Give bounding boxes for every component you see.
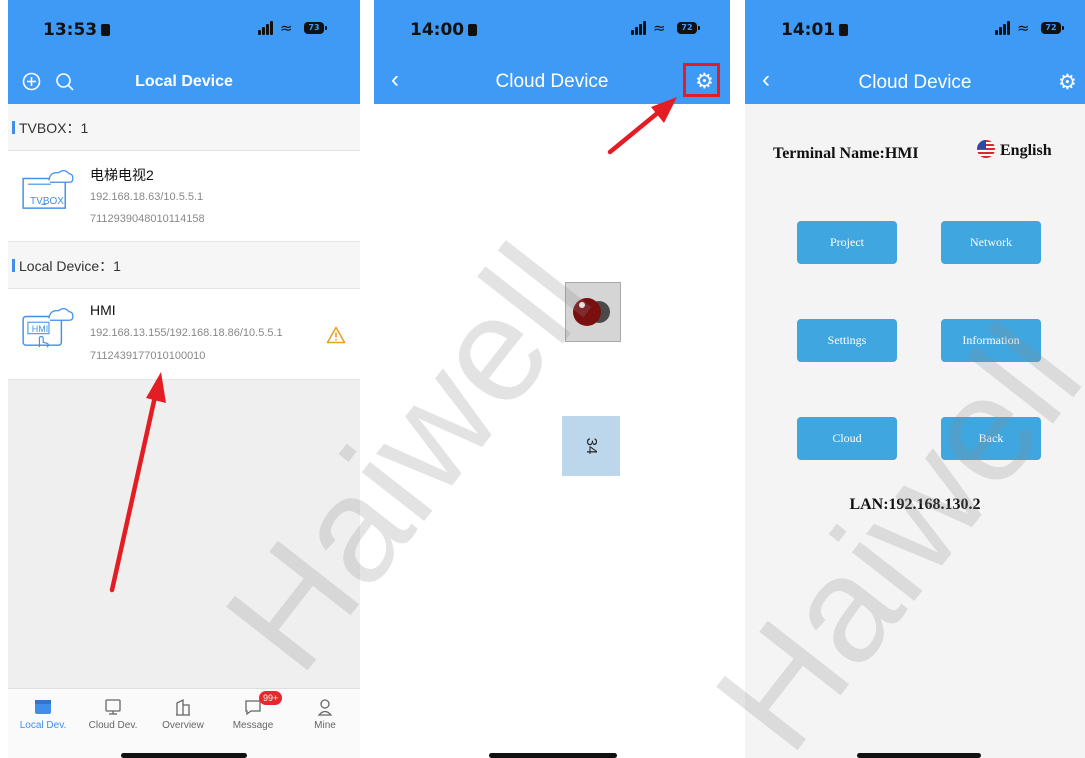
header: 14:01 ≈ 72 ‹ Cloud Device ⚙ bbox=[745, 0, 1085, 104]
status-time: 14:00 bbox=[410, 20, 478, 40]
status-time: 13:53 bbox=[43, 20, 111, 40]
network-button[interactable]: Network bbox=[941, 221, 1041, 264]
us-flag-icon bbox=[977, 140, 995, 158]
tab-local-dev[interactable]: Local Dev. bbox=[8, 693, 78, 731]
wifi-icon: ≈ bbox=[653, 19, 666, 37]
lan-address: LAN:192.168.130.2 bbox=[849, 496, 981, 513]
project-button[interactable]: Project bbox=[797, 221, 897, 264]
section-header-local-device: Local Device：1 bbox=[8, 242, 360, 289]
person-icon bbox=[290, 693, 360, 717]
battery-icon: 73 bbox=[304, 22, 327, 34]
battery-icon: 72 bbox=[1041, 22, 1064, 34]
information-button[interactable]: Information bbox=[941, 319, 1041, 362]
tab-mine[interactable]: Mine bbox=[290, 693, 360, 731]
hmi-indicator-button[interactable] bbox=[565, 282, 621, 342]
tab-message[interactable]: 99+ Message bbox=[218, 691, 288, 731]
tab-cloud-dev[interactable]: Cloud Dev. bbox=[78, 693, 148, 731]
device-serial: 7112939048010114158 bbox=[90, 213, 205, 225]
local-device-icon bbox=[8, 693, 78, 717]
local-device-screen: 13:53 ≈ 73 Local Device TVBOX：1 TVBOX 电梯… bbox=[8, 0, 360, 758]
hmi-icon-label: HMI bbox=[31, 324, 49, 334]
indicator-lamp-icon bbox=[573, 298, 610, 326]
message-badge: 99+ bbox=[259, 691, 283, 705]
device-ip: 192.168.13.155/192.168.18.86/10.5.5.1 bbox=[90, 327, 283, 339]
tvbox-icon-label: TVBOX bbox=[30, 196, 64, 207]
building-icon bbox=[148, 693, 218, 717]
cloud-device-screen: 14:00 ≈ 72 ‹ Cloud Device ⚙ 34 bbox=[374, 0, 730, 758]
header: 13:53 ≈ 73 Local Device bbox=[8, 0, 360, 104]
device-name: 电梯电视2 bbox=[90, 167, 154, 183]
back-button[interactable]: Back bbox=[941, 417, 1041, 460]
wifi-icon: ≈ bbox=[280, 19, 293, 37]
status-time: 14:01 bbox=[781, 20, 849, 40]
home-indicator bbox=[489, 753, 617, 758]
device-card-tvbox[interactable]: TVBOX 电梯电视2 192.168.18.63/10.5.5.1 71129… bbox=[8, 151, 360, 242]
tab-overview[interactable]: Overview bbox=[148, 693, 218, 731]
page-title: Local Device bbox=[135, 73, 233, 90]
device-name: HMI bbox=[90, 302, 116, 318]
device-ip: 192.168.18.63/10.5.5.1 bbox=[90, 191, 204, 203]
settings-button[interactable]: Settings bbox=[797, 319, 897, 362]
cloud-button[interactable]: Cloud bbox=[797, 417, 897, 460]
cloud-device-settings-screen: 14:01 ≈ 72 ‹ Cloud Device ⚙ Terminal Nam… bbox=[745, 0, 1085, 758]
page-title: Cloud Device bbox=[495, 71, 609, 92]
terminal-name: Terminal Name:HMI bbox=[773, 145, 919, 162]
language-selector[interactable]: English bbox=[977, 140, 1052, 160]
numeric-display[interactable]: 34 bbox=[562, 416, 620, 476]
warning-icon[interactable] bbox=[326, 326, 346, 344]
device-card-hmi[interactable]: HMI HMI 192.168.13.155/192.168.18.86/10.… bbox=[8, 289, 360, 380]
bottom-tab-bar: Local Dev. Cloud Dev. Overview 99+ Messa… bbox=[8, 688, 360, 758]
monitor-icon bbox=[78, 693, 148, 717]
device-serial: 7112439177010100010 bbox=[90, 350, 206, 362]
battery-icon: 72 bbox=[677, 22, 700, 34]
header: 14:00 ≈ 72 ‹ Cloud Device ⚙ bbox=[374, 0, 730, 104]
settings-highlight-box bbox=[683, 63, 720, 97]
wifi-icon: ≈ bbox=[1017, 19, 1030, 37]
home-indicator bbox=[121, 753, 247, 758]
home-indicator bbox=[857, 753, 981, 758]
settings-gear-icon[interactable]: ⚙ bbox=[1058, 70, 1077, 94]
section-header-tvbox: TVBOX：1 bbox=[8, 104, 360, 151]
page-title: Cloud Device bbox=[858, 72, 972, 93]
